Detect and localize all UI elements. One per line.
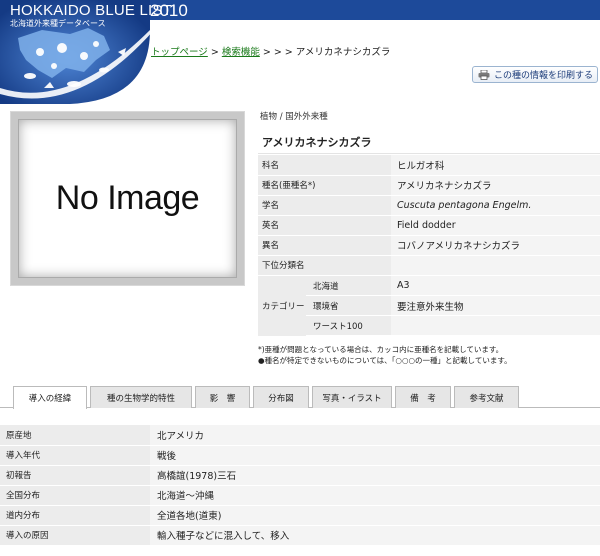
table-row: 下位分類名: [258, 255, 600, 276]
species-image-frame: No Image: [10, 111, 245, 286]
table-row: 導入年代 戦後: [0, 445, 600, 466]
print-button-label: この種の情報を印刷する: [494, 71, 594, 81]
introduction-detail-table: 原産地 北アメリカ 導入年代 戦後 初報告 高橋誼(1978)三石 全国分布 北…: [0, 425, 600, 546]
category-label: カテゴリー: [258, 276, 306, 336]
category-value: 要注意外来生物: [391, 296, 600, 316]
category-value: A3: [391, 276, 600, 296]
breadcrumb-separator: > > >: [259, 47, 296, 58]
detail-label: 導入年代: [0, 445, 150, 466]
detail-label: 全国分布: [0, 485, 150, 506]
table-row: 導入の原因 輸入種子などに混入して、移入: [0, 525, 600, 546]
field-label: 異名: [258, 235, 391, 256]
detail-label: 原産地: [0, 425, 150, 446]
site-subtitle: 北海道外来種データベース: [10, 19, 106, 28]
tab-distribution-map[interactable]: 分布図: [253, 386, 309, 408]
breadcrumb-separator: >: [207, 47, 222, 58]
table-row: 科名 ヒルガオ科: [258, 155, 600, 176]
site-title[interactable]: HOKKAIDO BLUE LIST: [10, 2, 172, 19]
tab-remarks[interactable]: 備 考: [395, 386, 451, 408]
field-value: [391, 255, 600, 276]
field-value: コバノアメリカネナシカズラ: [391, 235, 600, 256]
field-label: 下位分類名: [258, 255, 391, 276]
table-row: 異名 コバノアメリカネナシカズラ: [258, 235, 600, 256]
detail-value: 全道各地(道東): [150, 505, 600, 526]
detail-value: 北海道～沖縄: [150, 485, 600, 506]
table-row: 種名(亜種名*) アメリカネナシカズラ: [258, 175, 600, 196]
tab-biological-traits[interactable]: 種の生物学的特性: [90, 386, 192, 408]
category-key: 北海道: [306, 276, 391, 296]
field-label: 科名: [258, 155, 391, 176]
field-label: 英名: [258, 215, 391, 236]
table-row: 全国分布 北海道～沖縄: [0, 485, 600, 506]
tab-impact[interactable]: 影 響: [195, 386, 250, 408]
tab-photos-illustrations[interactable]: 写真・イラスト: [312, 386, 392, 408]
category-row: 北海道 A3: [306, 276, 600, 296]
breadcrumb: トップページ > 検索機能 > > > アメリカネナシカズラ: [151, 44, 390, 58]
breadcrumb-current: アメリカネナシカズラ: [295, 47, 391, 58]
category-row: ワースト100: [306, 316, 600, 336]
breadcrumb-search-link[interactable]: 検索機能: [222, 47, 260, 58]
table-row: 学名 Cuscuta pentagona Engelm.: [258, 195, 600, 216]
breadcrumb-home-link[interactable]: トップページ: [151, 47, 208, 58]
field-value: アメリカネナシカズラ: [391, 175, 600, 196]
species-info-table: 科名 ヒルガオ科 種名(亜種名*) アメリカネナシカズラ 学名 Cuscuta …: [258, 155, 600, 276]
tab-bar: 導入の経緯 種の生物学的特性 影 響 分布図 写真・イラスト 備 考 参考文献: [13, 386, 522, 409]
printer-icon: [478, 69, 490, 80]
table-row: 道内分布 全道各地(道東): [0, 505, 600, 526]
detail-label: 道内分布: [0, 505, 150, 526]
field-label: 学名: [258, 195, 391, 216]
species-name-heading: アメリカネナシカズラ: [258, 126, 600, 154]
footnote: *)亜種が問題となっている場合は、カッコ内に亜種名を記載しています。: [258, 345, 504, 354]
detail-value: 輸入種子などに混入して、移入: [150, 525, 600, 546]
print-button[interactable]: この種の情報を印刷する: [472, 66, 598, 83]
table-row: 初報告 高橋誼(1978)三石: [0, 465, 600, 486]
category-key: ワースト100: [306, 316, 391, 336]
field-value: ヒルガオ科: [391, 155, 600, 176]
field-value: Field dodder: [391, 215, 600, 236]
detail-value: 北アメリカ: [150, 425, 600, 446]
detail-value: 高橋誼(1978)三石: [150, 465, 600, 486]
tab-references[interactable]: 参考文献: [454, 386, 519, 408]
table-row: 原産地 北アメリカ: [0, 425, 600, 446]
detail-label: 導入の原因: [0, 525, 150, 546]
field-label: 種名(亜種名*): [258, 175, 391, 196]
detail-value: 戦後: [150, 445, 600, 466]
detail-label: 初報告: [0, 465, 150, 486]
species-category: 植物 / 国外外来種: [260, 112, 328, 122]
category-row: 環境省 要注意外来生物: [306, 296, 600, 316]
tab-introduction-history[interactable]: 導入の経緯: [13, 386, 87, 409]
category-block: カテゴリー 北海道 A3 環境省 要注意外来生物 ワースト100: [258, 276, 600, 336]
footnotes: *)亜種が問題となっている場合は、カッコ内に亜種名を記載しています。 ●種名が特…: [258, 344, 512, 366]
table-row: 英名 Field dodder: [258, 215, 600, 236]
site-year: 2010: [150, 1, 188, 20]
footnote: ●種名が特定できないものについては、「○○○の一種」と記載しています。: [258, 356, 512, 365]
no-image-placeholder: No Image: [18, 119, 237, 278]
scientific-name-value: Cuscuta pentagona Engelm.: [391, 195, 600, 216]
category-key: 環境省: [306, 296, 391, 316]
category-value: [391, 316, 600, 336]
